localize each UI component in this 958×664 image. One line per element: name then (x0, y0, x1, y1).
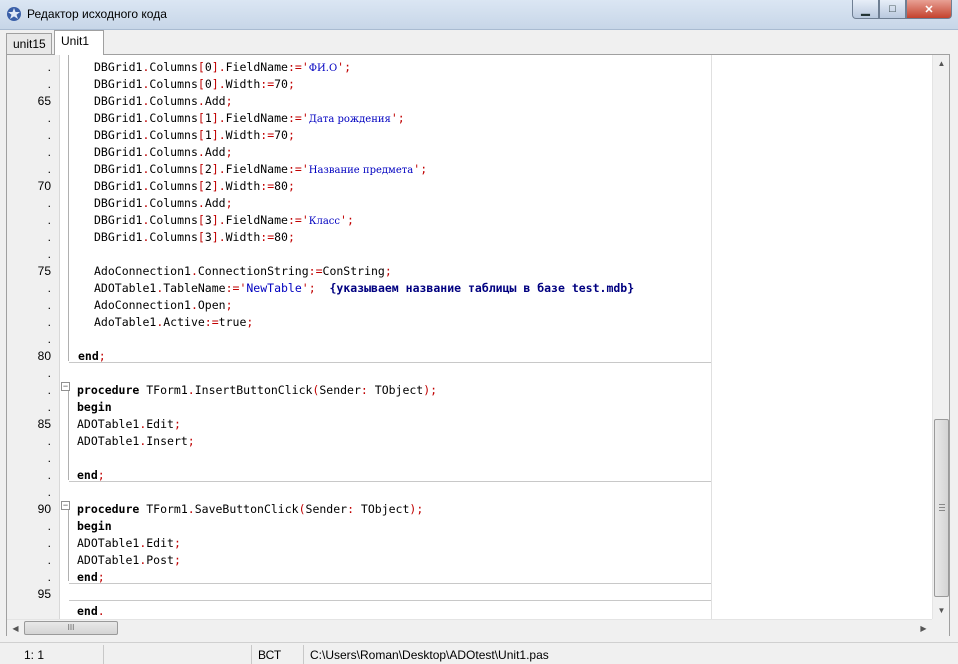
app-icon (7, 7, 21, 21)
code-line[interactable]: DBGrid1.Columns[1].FieldName:='Дата рожд… (94, 111, 405, 125)
line-number: . (47, 553, 51, 567)
line-number: . (47, 400, 51, 414)
line-number: . (47, 451, 51, 465)
code-line[interactable]: DBGrid1.Columns.Add; (94, 94, 233, 108)
close-button[interactable]: ✕ (906, 0, 952, 19)
line-number: . (47, 332, 51, 346)
line-number-gutter: .. 65.... 70.... 75.... 80... 85.... 90.... 95 (7, 55, 60, 619)
line-number: . (47, 315, 51, 329)
cursor-position: 1: 1 (18, 645, 104, 664)
code-line[interactable]: procedure TForm1.SaveButtonClick(Sender:… (77, 502, 423, 516)
line-number: 70 (37, 179, 51, 193)
line-number: 75 (37, 264, 51, 278)
scrollbar-corner (932, 619, 949, 636)
code-line[interactable]: DBGrid1.Columns[2].FieldName:='Название … (94, 162, 427, 176)
code-line[interactable]: end; (78, 349, 106, 363)
block-indicator (68, 55, 69, 361)
line-number: . (47, 247, 51, 261)
close-icon: ✕ (924, 3, 934, 16)
code-line[interactable]: AdoConnection1.Open; (94, 298, 233, 312)
block-indicator (68, 388, 69, 480)
maximize-icon: □ (889, 3, 896, 15)
code-line[interactable]: ADOTable1.Insert; (77, 434, 195, 448)
horizontal-scroll-thumb[interactable]: III (24, 621, 118, 635)
line-number: . (47, 281, 51, 295)
line-number: . (47, 111, 51, 125)
minimize-button[interactable]: ▁ (852, 0, 879, 19)
code-line[interactable]: procedure TForm1.InsertButtonClick(Sende… (77, 383, 437, 397)
code-line[interactable]: DBGrid1.Columns[3].Width:=80; (94, 230, 295, 244)
line-number: . (47, 230, 51, 244)
line-number: . (47, 77, 51, 91)
window-title: Редактор исходного кода (27, 7, 167, 21)
method-separator (69, 481, 711, 482)
code-line[interactable]: end; (77, 468, 105, 482)
file-path: C:\Users\Roman\Desktop\ADOtest\Unit1.pas (310, 648, 549, 662)
code-line[interactable]: end; (77, 570, 105, 584)
scroll-right-arrow-icon[interactable]: ▶ (915, 620, 932, 637)
code-line[interactable]: ADOTable1.Edit; (77, 536, 181, 550)
code-line[interactable]: ADOTable1.Post; (77, 553, 181, 567)
title-bar[interactable]: Редактор исходного кода ▁ □ ✕ (0, 0, 958, 30)
code-line[interactable]: ADOTable1.Edit; (77, 417, 181, 431)
line-number: . (47, 162, 51, 176)
line-number: . (47, 366, 51, 380)
right-margin-line (711, 55, 712, 619)
scroll-left-arrow-icon[interactable]: ◀ (7, 620, 24, 637)
tab-unit1[interactable]: Unit1 (54, 30, 104, 55)
grip-icon (939, 504, 945, 511)
maximize-button[interactable]: □ (879, 0, 906, 19)
line-number: 95 (37, 587, 51, 601)
line-number: 90 (37, 502, 51, 516)
code-line[interactable]: DBGrid1.Columns[2].Width:=80; (94, 179, 295, 193)
line-number: 85 (37, 417, 51, 431)
code-line[interactable]: DBGrid1.Columns[0].FieldName:='ФИ.О'; (94, 60, 351, 74)
scroll-down-arrow-icon[interactable]: ▼ (933, 602, 950, 619)
line-number: 65 (37, 94, 51, 108)
method-separator (69, 583, 711, 584)
code-line[interactable]: DBGrid1.Columns[0].Width:=70; (94, 77, 295, 91)
code-line[interactable]: begin (77, 400, 112, 414)
status-bar: 1: 1 ВСТ C:\Users\Roman\Desktop\ADOtest\… (0, 642, 958, 664)
fold-toggle-icon[interactable]: − (61, 501, 70, 510)
line-number: . (47, 383, 51, 397)
line-number: . (47, 536, 51, 550)
horizontal-scrollbar[interactable]: ◀ III ▶ (7, 619, 932, 636)
line-number: . (47, 213, 51, 227)
scroll-up-arrow-icon[interactable]: ▲ (933, 55, 950, 72)
minimize-icon: ▁ (861, 3, 870, 16)
code-editor[interactable]: .. 65.... 70.... 75.... 80... 85.... 90.... 95 … (6, 54, 950, 636)
tab-unit15[interactable]: unit15 (6, 33, 52, 54)
line-number: 80 (37, 349, 51, 363)
encoding-indicator: ВСТ (252, 645, 304, 664)
line-number: . (47, 485, 51, 499)
line-number: . (47, 519, 51, 533)
block-indicator (68, 507, 69, 581)
code-line[interactable]: begin (77, 519, 112, 533)
vertical-scroll-thumb[interactable] (934, 419, 949, 597)
method-separator (69, 362, 711, 363)
method-separator (69, 600, 711, 601)
code-line[interactable]: AdoConnection1.ConnectionString:=ConStri… (94, 264, 392, 278)
code-line[interactable]: AdoTable1.Active:=true; (94, 315, 253, 329)
code-line[interactable]: ADOTable1.TableName:='NewTable'; {указыв… (94, 281, 634, 295)
line-number: . (47, 196, 51, 210)
line-number: . (47, 570, 51, 584)
line-number: . (47, 468, 51, 482)
line-number: . (47, 434, 51, 448)
code-area[interactable]: − − DBGrid1.Columns[0].FieldName:='ФИ.О'… (61, 55, 929, 619)
code-line[interactable]: DBGrid1.Columns.Add; (94, 145, 233, 159)
line-number: . (47, 298, 51, 312)
line-number: . (47, 128, 51, 142)
editor-mode (104, 645, 252, 664)
code-line[interactable]: end. (77, 604, 105, 618)
code-line[interactable]: DBGrid1.Columns[1].Width:=70; (94, 128, 295, 142)
line-number: . (47, 145, 51, 159)
fold-toggle-icon[interactable]: − (61, 382, 70, 391)
vertical-scrollbar[interactable]: ▲ ▼ (932, 55, 949, 619)
line-number: . (47, 60, 51, 74)
code-line[interactable]: DBGrid1.Columns.Add; (94, 196, 233, 210)
tab-bar: unit15 Unit1 (0, 30, 958, 55)
code-line[interactable]: DBGrid1.Columns[3].FieldName:='Класс'; (94, 213, 354, 227)
